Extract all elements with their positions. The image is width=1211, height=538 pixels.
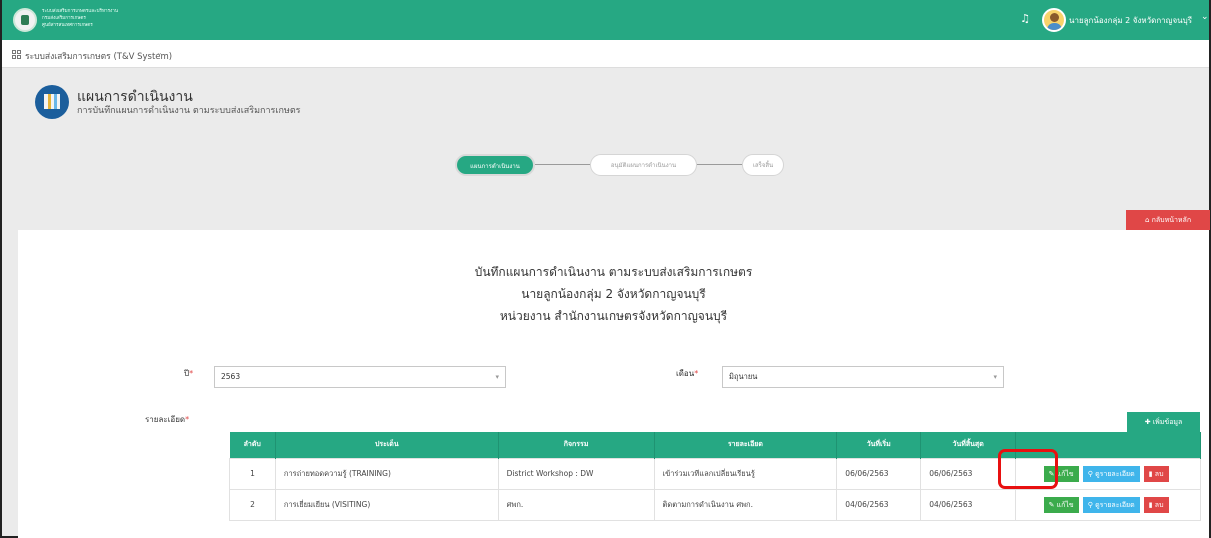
step-done[interactable]: เสร็จสิ้น: [742, 154, 784, 176]
org-line-3: ศูนย์สารสนเทศการเกษตร: [42, 23, 93, 28]
add-data-label: เพิ่มข้อมูล: [1152, 418, 1183, 426]
view-detail-label: ดูรายละเอียด: [1095, 469, 1135, 478]
system-selector[interactable]: ระบบส่งเสริมการเกษตร (T&V System): [25, 49, 172, 63]
chevron-down-icon[interactable]: ⌄: [1201, 12, 1209, 22]
view-detail-button[interactable]: ⚲ ดูรายละเอียด: [1082, 496, 1140, 513]
cell-start: 04/06/2563: [836, 488, 922, 521]
org-name: ระบบส่งเสริมการเกษตรและบริหารงาน กรมส่งเ…: [42, 8, 118, 29]
edit-button-highlight: [998, 449, 1058, 489]
cell-activity: ศพก.: [497, 488, 655, 521]
col-header: รายละเอียด: [654, 432, 838, 458]
form-heading-unit: หน่วยงาน สำนักงานเกษตรจังหวัดกาญจนบุรี: [499, 309, 728, 323]
required-mark: *: [185, 415, 190, 424]
org-line-2: กรมส่งเสริมการเกษตร: [42, 16, 86, 21]
col-header: กิจกรรม: [498, 432, 655, 458]
bell-icon[interactable]: ♫: [1019, 12, 1031, 26]
page-subtitle: การบันทึกแผนการดำเนินงาน ตามระบบส่งเสริม…: [77, 106, 301, 116]
details-label: รายละเอียด*: [145, 413, 189, 426]
view-detail-button[interactable]: ⚲ ดูรายละเอียด: [1082, 465, 1140, 482]
pencil-icon: ✎: [1048, 500, 1057, 509]
grid-icon[interactable]: [12, 50, 21, 59]
form-heading-user: นายลูกน้องกลุ่ม 2 จังหวัดกาญจนบุรี: [521, 287, 706, 301]
step-approve[interactable]: อนุมัติแผนการดำเนินงาน: [590, 154, 697, 176]
delete-button[interactable]: ▮ ลบ: [1143, 496, 1169, 513]
year-label: ปี*: [184, 367, 193, 380]
add-data-button[interactable]: ✚ เพิ่มข้อมูล: [1127, 412, 1200, 432]
user-name[interactable]: นายลูกน้องกลุ่ม 2 จังหวัดกาญจนบุรี: [1069, 14, 1192, 27]
required-mark: *: [189, 369, 194, 378]
chevron-down-icon: ▾: [495, 373, 499, 381]
form-card: บันทึกแผนการดำเนินงาน ตามระบบส่งเสริมการ…: [18, 230, 1209, 538]
cell-detail: เข้าร่วมเวทีแลกเปลี่ยนเรียนรู้: [653, 457, 838, 490]
month-value: มิถุนายน: [729, 372, 758, 381]
required-mark: *: [694, 369, 699, 378]
cell-topic: การเยี่ยมเยียน (VISITING): [274, 488, 499, 521]
cell-detail: ติดตามการดำเนินงาน ศพก.: [653, 488, 838, 521]
col-header: ลำดับ: [229, 432, 276, 458]
col-header: ประเด็น: [275, 432, 499, 458]
back-home-label: กลับหน้าหลัก: [1151, 216, 1192, 224]
edit-label: แก้ไข: [1056, 469, 1074, 478]
month-label-text: เดือน: [676, 369, 695, 378]
home-icon: ⌂: [1144, 216, 1152, 224]
cell-no: 1: [229, 457, 276, 490]
stepper-connector: [535, 164, 590, 165]
back-home-button[interactable]: ⌂ กลับหน้าหลัก: [1126, 210, 1210, 230]
edit-button[interactable]: ✎ แก้ไข: [1043, 496, 1079, 513]
form-heading: บันทึกแผนการดำเนินงาน ตามระบบส่งเสริมการ…: [474, 265, 753, 279]
table-row: 2 การเยี่ยมเยียน (VISITING) ศพก. ติดตามก…: [229, 488, 1201, 521]
top-navbar: ระบบส่งเสริมการเกษตรและบริหารงาน กรมส่งเ…: [2, 0, 1209, 40]
edit-label: แก้ไข: [1056, 500, 1074, 509]
cell-no: 2: [229, 488, 276, 521]
year-select[interactable]: 2563 ▾: [214, 366, 506, 388]
month-label: เดือน*: [676, 367, 698, 380]
delete-button[interactable]: ▮ ลบ: [1143, 465, 1169, 482]
org-line-1: ระบบส่งเสริมการเกษตรและบริหารงาน: [42, 9, 119, 14]
search-icon: ⚲: [1087, 469, 1096, 478]
cell-activity: District Workshop : DW: [497, 457, 655, 490]
cell-actions: ✎ แก้ไข ⚲ ดูรายละเอียด ▮ ลบ: [1015, 488, 1201, 521]
delete-label: ลบ: [1154, 500, 1164, 509]
chevron-down-icon: ▾: [993, 373, 997, 381]
delete-label: ลบ: [1154, 469, 1164, 478]
search-icon: ⚲: [1087, 500, 1096, 509]
month-select[interactable]: มิถุนายน ▾: [722, 366, 1004, 388]
cell-end: 04/06/2563: [920, 488, 1017, 521]
cell-topic: การถ่ายทอดความรู้ (TRAINING): [274, 457, 499, 490]
cell-start: 06/06/2563: [836, 457, 922, 490]
step-plan[interactable]: แผนการดำเนินงาน: [455, 154, 535, 176]
year-value: 2563: [221, 372, 241, 381]
system-bar: ระบบส่งเสริมการเกษตร (T&V System) ⌄: [2, 40, 1209, 68]
plus-icon: ✚: [1144, 418, 1153, 426]
col-header: วันที่เริ่ม: [836, 432, 922, 458]
stepper-connector: [697, 164, 742, 165]
books-icon: [35, 85, 69, 119]
details-label-text: รายละเอียด: [145, 415, 186, 424]
department-logo[interactable]: [13, 8, 37, 32]
chevron-down-icon[interactable]: ⌄: [156, 48, 163, 57]
view-detail-label: ดูรายละเอียด: [1095, 500, 1135, 509]
avatar[interactable]: [1042, 8, 1066, 32]
